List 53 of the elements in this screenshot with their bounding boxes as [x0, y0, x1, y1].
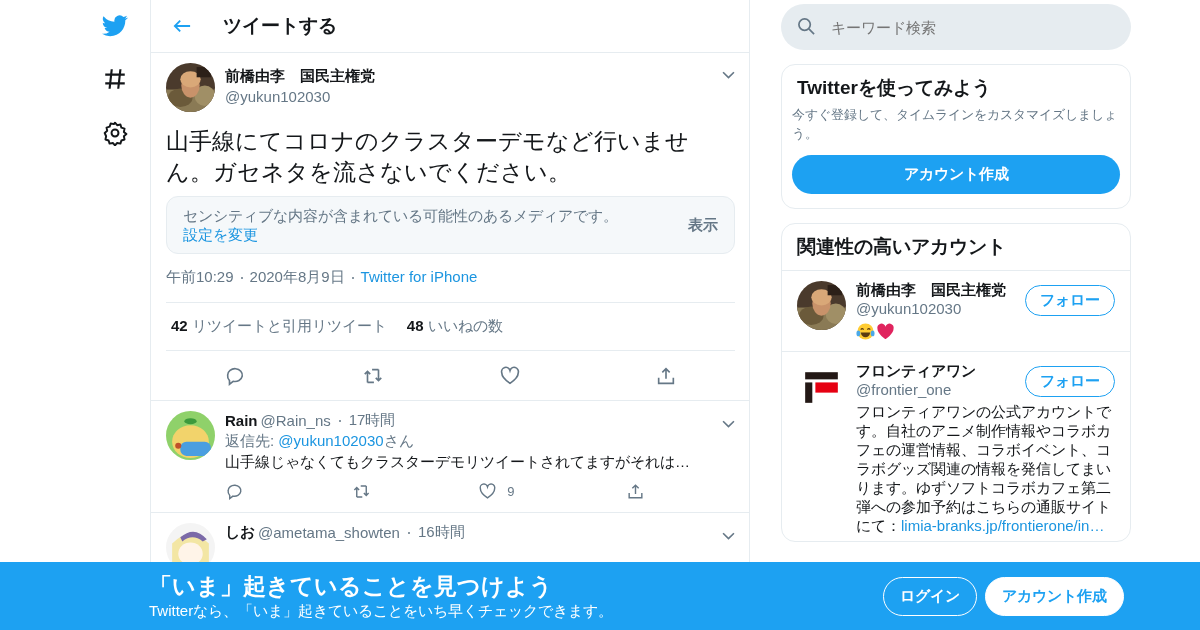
- reply-author-handle[interactable]: @ametama_showten: [258, 524, 400, 541]
- chevron-icon[interactable]: [722, 71, 735, 80]
- hashtag-icon[interactable]: [102, 66, 128, 92]
- laughing-emoji-icon: [856, 322, 875, 341]
- reply-author-handle[interactable]: @Rain_ns: [260, 412, 331, 429]
- account-name[interactable]: 前橋由李 国民主権党: [856, 281, 1006, 300]
- tweet-time: 午前10:29: [166, 268, 234, 287]
- author-handle[interactable]: @yukun102030: [225, 88, 712, 105]
- tweet-stat[interactable]: 42 リツイートと引用リツイート: [171, 317, 387, 336]
- reply-icon[interactable]: [225, 481, 244, 501]
- reply-time: 16時間: [417, 523, 465, 542]
- card-title: 関連性の高いアカウント: [782, 224, 1130, 271]
- create-account-button[interactable]: アカウント作成: [792, 155, 1120, 194]
- back-arrow-icon[interactable]: [173, 18, 191, 34]
- search-field[interactable]: キーワード検索: [781, 4, 1131, 50]
- signup-text: 今すぐ登録して、タイムラインをカスタマイズしましょう。: [792, 106, 1118, 143]
- bio-link[interactable]: limia-branks.jp/frontierone/in…: [901, 517, 1105, 534]
- follow-button[interactable]: フォロー: [1025, 285, 1115, 316]
- page-title: ツイートする: [223, 14, 337, 38]
- reply-text: 山手線じゃなくてもクラスターデモリツイートされてますがそれは…: [225, 453, 691, 472]
- account-handle[interactable]: @yukun102030: [856, 300, 1006, 317]
- account-handle[interactable]: @frontier_one: [856, 381, 976, 398]
- like-count: 9: [507, 483, 515, 499]
- banner-title: 「いま」起きていることを見つけよう: [149, 572, 554, 601]
- settings-icon[interactable]: [102, 120, 128, 146]
- share-icon[interactable]: [625, 481, 645, 501]
- reply-to-line: 返信先: @yukun102030さん: [225, 432, 415, 451]
- heart-icon[interactable]: [499, 364, 522, 387]
- reply-time: 17時間: [348, 411, 396, 430]
- bird-logo-icon[interactable]: [102, 14, 128, 38]
- show-button[interactable]: 表示: [688, 215, 718, 235]
- chevron-icon[interactable]: [722, 532, 735, 541]
- account-bio: フロンティアワンの公式アカウントです。自社のアニメ制作情報やコラボカフェの運営情報、コラボイベント、コラボグッズ関連の情報を発信してまいります。ゆずソフトコラボカフェ第二弾への参加予約はこちらの通販サイトにて：limia-branks.jp/frontierone/in…: [856, 402, 1112, 535]
- search-icon: [797, 17, 816, 36]
- reply-author-name[interactable]: しお: [225, 523, 255, 542]
- banner-subtitle: Twitterなら、「いま」起きていることをいち早くチェックできます。: [149, 602, 614, 621]
- login-button[interactable]: ログイン: [883, 576, 977, 616]
- chevron-icon[interactable]: [722, 420, 735, 429]
- heart-icon: [876, 322, 895, 341]
- signup-button[interactable]: アカウント作成: [985, 576, 1124, 616]
- tweet-text: 山手線にてコロナのクラスターデモなど行いません。ガセネタを流さないでください。: [166, 127, 690, 187]
- tweet-date: 2020年8月9日: [249, 268, 345, 287]
- settings-link[interactable]: 設定を変更: [183, 226, 258, 243]
- author-name[interactable]: 前橋由李 国民主権党: [225, 67, 712, 86]
- card-title: Twitterを使ってみよう: [797, 76, 992, 100]
- heart-icon[interactable]: [478, 481, 498, 501]
- sensitive-warning: センシティブな内容が含まれている可能性のあるメディアです。 設定を変更: [183, 206, 619, 244]
- mention-link[interactable]: @yukun102030: [278, 432, 384, 449]
- account-name[interactable]: フロンティアワン: [856, 362, 976, 381]
- follow-button[interactable]: フォロー: [1025, 366, 1115, 397]
- reply-author-name[interactable]: Rain: [225, 412, 258, 429]
- tweet-stat[interactable]: 48 いいねの数: [406, 317, 503, 336]
- tweet-source-link[interactable]: Twitter for iPhone: [360, 268, 478, 287]
